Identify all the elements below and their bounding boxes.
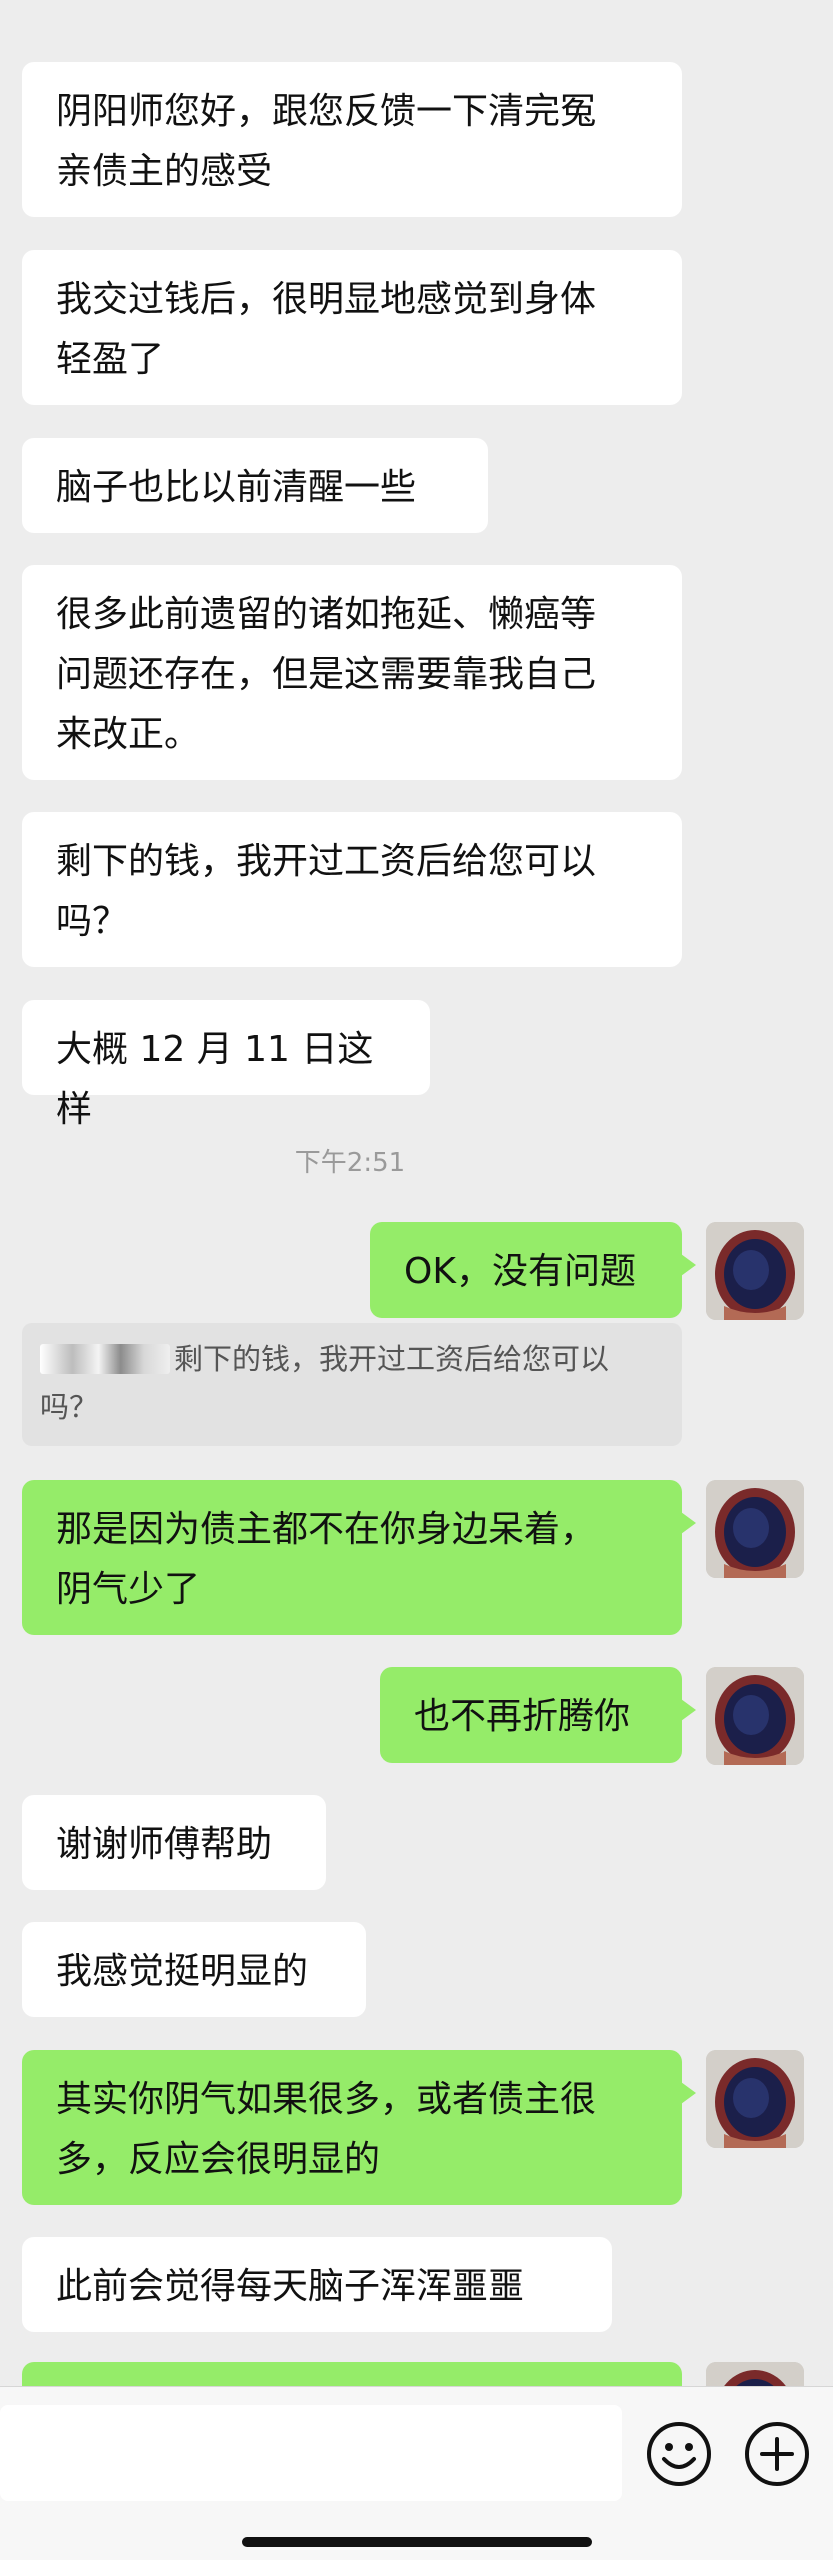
user-avatar[interactable]: [706, 1222, 804, 1320]
avatar-image: [706, 1480, 804, 1578]
user-avatar[interactable]: [706, 2050, 804, 2148]
incoming-message[interactable]: 此前会觉得每天脑子浑浑噩噩: [22, 2237, 612, 2332]
quoted-message[interactable]: ■■.■剩下的钱，我开过工资后给您可以吗？: [22, 1323, 682, 1446]
incoming-message[interactable]: 脑子也比以前清醒一些: [22, 438, 488, 533]
input-bar: [0, 2386, 833, 2560]
outgoing-message[interactable]: 其实你阴气如果很多，或者债主很 多，反应会很明显的: [22, 2050, 696, 2205]
emoji-icon[interactable]: [642, 2417, 716, 2491]
chat-timestamp: 下午2:51: [294, 1148, 406, 1178]
home-indicator[interactable]: [0, 2537, 833, 2547]
incoming-message[interactable]: 谢谢师傅帮助: [22, 1795, 326, 1890]
incoming-message[interactable]: 大概 12 月 11 日这样: [22, 1000, 430, 1130]
user-avatar[interactable]: [706, 1667, 804, 1765]
avatar-image: [706, 2050, 804, 2148]
outgoing-message[interactable]: OK，没有问题: [370, 1222, 696, 1318]
incoming-message[interactable]: 很多此前遗留的诸如拖延、懒癌等 问题还存在，但是这需要靠我自己 来改正。: [22, 565, 682, 780]
avatar-image: [706, 1667, 804, 1765]
outgoing-message[interactable]: 那是因为债主都不在你身边呆着， 阴气少了: [22, 1480, 696, 1635]
incoming-message[interactable]: 我交过钱后，很明显地感觉到身体 轻盈了: [22, 250, 682, 405]
message-input[interactable]: [0, 2405, 622, 2501]
outgoing-message[interactable]: 也不再折腾你: [380, 1667, 696, 1763]
chat-screen: 阴阳师您好，跟您反馈一下清完冤 亲债主的感受 我交过钱后，很明显地感觉到身体 轻…: [0, 0, 833, 2560]
avatar-image: [706, 1222, 804, 1320]
incoming-message[interactable]: 剩下的钱，我开过工资后给您可以 吗？: [22, 812, 682, 967]
incoming-message[interactable]: 阴阳师您好，跟您反馈一下清完冤 亲债主的感受: [22, 62, 682, 217]
quote-sender-name: ■■.■: [40, 1344, 170, 1374]
plus-icon[interactable]: [740, 2417, 814, 2491]
user-avatar[interactable]: [706, 1480, 804, 1578]
incoming-message[interactable]: 我感觉挺明显的: [22, 1922, 366, 2017]
